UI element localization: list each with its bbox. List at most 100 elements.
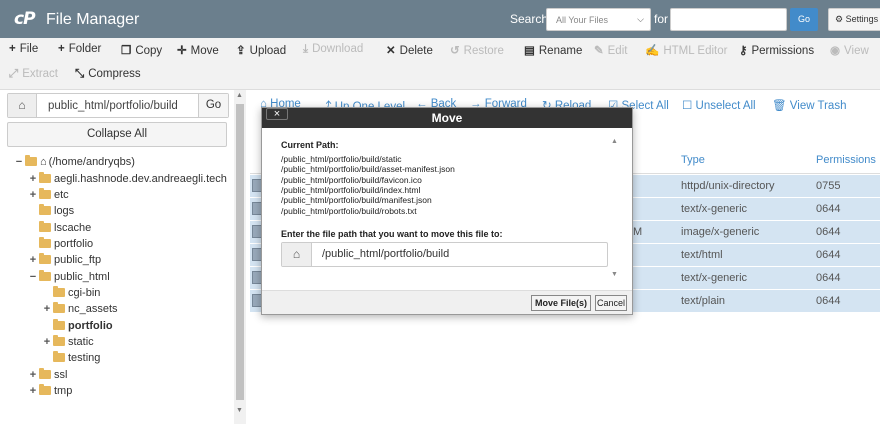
row-type: httpd/unix-directory bbox=[681, 180, 775, 192]
tree-item-label: portfolio bbox=[54, 238, 94, 250]
html-editor-label: HTML Editor bbox=[663, 45, 728, 57]
search-input[interactable] bbox=[670, 8, 787, 31]
expand-icon[interactable]: + bbox=[42, 302, 52, 316]
tree-item[interactable]: + static bbox=[42, 335, 94, 349]
unselect-all-button[interactable]: ☐ Unselect All bbox=[682, 98, 756, 112]
home-icon: ⌂ bbox=[282, 243, 312, 266]
path-field[interactable]: ⌂ public_html/portfolio/build Go bbox=[7, 93, 229, 118]
document-icon: ▤ bbox=[524, 45, 535, 57]
current-path-item: /public_html/portfolio/build/robots.txt bbox=[281, 205, 417, 216]
tree-item[interactable]: logs bbox=[28, 204, 74, 218]
tree-item[interactable]: − ⌂ (/home/andryqbs) bbox=[14, 155, 135, 169]
tree-item[interactable]: + ssl bbox=[28, 368, 67, 382]
extract-button[interactable]: ⤢ Extract bbox=[9, 68, 58, 81]
tree-item[interactable]: portfolio bbox=[28, 237, 93, 251]
scroll-down-icon[interactable]: ▼ bbox=[236, 407, 243, 414]
folder-icon bbox=[39, 188, 51, 199]
row-type: image/x-generic bbox=[681, 226, 760, 238]
move-label: Move bbox=[190, 45, 219, 57]
settings-label: Settings bbox=[845, 14, 879, 24]
download-button[interactable]: ⤓ Download bbox=[303, 43, 363, 56]
expand-icon[interactable]: + bbox=[42, 335, 52, 349]
row-permissions: 0644 bbox=[816, 226, 841, 238]
tree-item[interactable]: + aegli.hashnode.dev.andreaegli.tech bbox=[28, 172, 227, 186]
tree-item[interactable]: − public_html bbox=[28, 270, 110, 284]
destination-field[interactable]: ⌂ bbox=[281, 242, 608, 267]
current-path-item: /public_html/portfolio/build/favicon.ico bbox=[281, 174, 422, 185]
collapse-all-button[interactable]: Collapse All bbox=[7, 122, 227, 147]
delete-label: Delete bbox=[399, 45, 433, 57]
copy-button[interactable]: ❐ Copy bbox=[121, 43, 162, 57]
close-icon: ✕ bbox=[386, 45, 396, 57]
copy-icon: ❐ bbox=[121, 45, 132, 57]
search-scope-select[interactable]: All Your Files ⌵ bbox=[546, 8, 651, 31]
type-column-header[interactable]: Type bbox=[681, 154, 705, 166]
expand-icon[interactable]: + bbox=[28, 188, 38, 202]
tree-item-label: public_html bbox=[54, 271, 110, 283]
tree-item[interactable]: + tmp bbox=[28, 384, 72, 398]
move-icon: ✛ bbox=[177, 45, 187, 57]
compress-button[interactable]: ⤡ Compress bbox=[75, 68, 141, 81]
tree-item[interactable]: lscache bbox=[28, 221, 91, 235]
tree-item-label: ssl bbox=[54, 369, 68, 381]
tree-item-label: etc bbox=[54, 189, 69, 201]
current-path-item: /public_html/portfolio/build/index.html bbox=[281, 184, 421, 195]
dialog-body: Current Path: /public_html/portfolio/bui… bbox=[262, 128, 632, 290]
move-files-button[interactable]: Move File(s) bbox=[531, 295, 591, 311]
pencil-icon: ✎ bbox=[594, 45, 604, 57]
path-go-button[interactable]: Go bbox=[198, 94, 228, 117]
view-trash-button[interactable]: 🗑 View Trash bbox=[772, 98, 846, 112]
expand-icon[interactable]: + bbox=[28, 253, 38, 267]
tree-item[interactable]: cgi-bin bbox=[42, 286, 100, 300]
expand-icon[interactable]: + bbox=[28, 368, 38, 382]
expand-icon: ⤢ bbox=[9, 68, 19, 80]
close-icon[interactable]: × bbox=[266, 108, 288, 120]
home-icon[interactable]: ⌂ bbox=[8, 94, 37, 117]
tree-item[interactable]: portfolio bbox=[42, 319, 113, 333]
upload-button[interactable]: ⇪ Upload bbox=[236, 43, 286, 57]
view-trash-label: View Trash bbox=[789, 100, 847, 112]
tree-item-label: tmp bbox=[54, 385, 73, 397]
tree-item-label: public_ftp bbox=[54, 254, 102, 266]
tree-item-label: cgi-bin bbox=[68, 287, 101, 299]
download-label: Download bbox=[312, 43, 364, 55]
new-file-button[interactable]: + File bbox=[9, 43, 38, 55]
scroll-up-icon[interactable]: ▲ bbox=[611, 138, 618, 145]
edit-label: Edit bbox=[607, 45, 628, 57]
delete-button[interactable]: ✕ Delete bbox=[386, 43, 433, 57]
move-button[interactable]: ✛ Move bbox=[177, 43, 219, 57]
row-modified: M bbox=[633, 226, 643, 238]
scrollbar-thumb[interactable] bbox=[236, 104, 244, 400]
tree-item[interactable]: + etc bbox=[28, 188, 69, 202]
tree-item-label: lscache bbox=[54, 222, 92, 234]
gear-icon: ⚙ bbox=[835, 14, 844, 24]
plus-icon: + bbox=[9, 43, 16, 55]
view-button[interactable]: ◉ View bbox=[830, 43, 869, 57]
rename-button[interactable]: ▤ Rename bbox=[524, 43, 582, 57]
path-input[interactable]: public_html/portfolio/build bbox=[48, 100, 178, 112]
cancel-button[interactable]: Cancel bbox=[595, 295, 627, 311]
tree-item[interactable]: + nc_assets bbox=[42, 302, 118, 316]
tree-item-label: portfolio bbox=[68, 320, 113, 332]
permissions-button[interactable]: ⚷ Permissions bbox=[739, 43, 814, 57]
collapse-icon[interactable]: − bbox=[14, 155, 24, 169]
edit-button[interactable]: ✎ Edit bbox=[594, 43, 627, 57]
settings-button[interactable]: ⚙ Settings bbox=[828, 8, 880, 31]
search-go-button[interactable]: Go bbox=[790, 8, 818, 31]
sidebar-scrollbar[interactable]: ▲ ▼ bbox=[234, 90, 246, 424]
scroll-down-icon[interactable]: ▼ bbox=[611, 271, 618, 278]
collapse-icon[interactable]: − bbox=[28, 270, 38, 284]
tree-item[interactable]: testing bbox=[42, 351, 100, 365]
restore-button[interactable]: ↺ Restore bbox=[450, 43, 504, 57]
scroll-up-icon[interactable]: ▲ bbox=[236, 92, 243, 99]
new-folder-button[interactable]: + Folder bbox=[58, 43, 101, 55]
expand-icon[interactable]: + bbox=[28, 384, 38, 398]
eye-icon: ◉ bbox=[830, 45, 841, 57]
html-editor-button[interactable]: ✍ HTML Editor bbox=[645, 43, 727, 57]
expand-icon[interactable]: + bbox=[28, 172, 38, 186]
tree-item[interactable]: + public_ftp bbox=[28, 253, 101, 267]
permissions-column-header[interactable]: Permissions bbox=[816, 154, 876, 166]
dialog-scrollbar[interactable]: ▲ ▼ bbox=[610, 138, 620, 278]
row-type: text/x-generic bbox=[681, 203, 748, 215]
destination-input[interactable] bbox=[322, 248, 602, 260]
